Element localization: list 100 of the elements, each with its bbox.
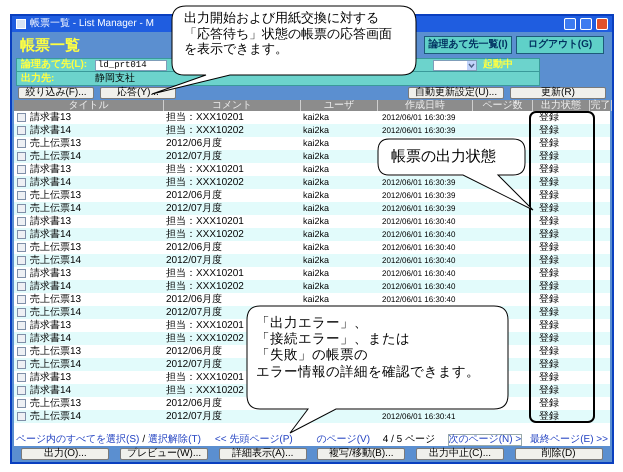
table-cell: kai2ka	[303, 256, 330, 265]
table-cell: 登録	[539, 360, 559, 370]
table-cell: kai2ka	[303, 230, 330, 239]
row-checkbox[interactable]	[17, 243, 26, 252]
last-page-link[interactable]: 最終ページ(E) >>	[530, 434, 608, 444]
table-cell: 2012/06/01 16:30:39	[382, 178, 456, 186]
row-checkbox[interactable]	[17, 373, 26, 382]
row-checkbox[interactable]	[17, 152, 26, 161]
button[interactable]: 自動更新設定(U)...	[408, 87, 504, 99]
deselect-link[interactable]: 選択解除(T)	[148, 434, 201, 444]
row-checkbox[interactable]	[17, 217, 26, 226]
callout-text: 帳票の出力状態	[391, 148, 496, 166]
button[interactable]: 更新(R)	[510, 87, 606, 99]
field-label: 出力先:	[21, 74, 56, 84]
first-page-link[interactable]: << 先頭ページ(P)	[214, 434, 293, 444]
row-checkbox[interactable]	[17, 204, 26, 213]
button[interactable]: プレビュー(W)...	[120, 448, 208, 460]
table-cell: kai2ka	[303, 113, 330, 122]
table-cell: 担当：XXX10201	[166, 164, 244, 174]
callout-text: を表示できます。	[184, 41, 288, 57]
row-checkbox[interactable]	[17, 230, 26, 239]
next-page-link[interactable]: 次のページ(N) >	[448, 434, 522, 446]
callout-text: 「接続エラー」、または	[256, 331, 410, 348]
table-cell: 2012/06/01 16:30:39	[382, 114, 456, 122]
button[interactable]: 絞り込み(F)...	[18, 87, 94, 99]
button[interactable]: 応答(Y)...	[100, 87, 176, 99]
table-cell: 2012/06/01 16:30:40	[382, 218, 456, 226]
table-cell: 売上伝票13	[30, 398, 82, 408]
header-button[interactable]: ログアウト(G)	[516, 36, 604, 54]
row-checkbox[interactable]	[17, 139, 26, 148]
table-cell: kai2ka	[303, 152, 330, 161]
table-cell: 担当：XXX10202	[166, 230, 244, 240]
table-cell: 請求書13	[30, 372, 72, 382]
table-cell: 担当：XXX10202	[166, 282, 244, 292]
table-cell: 担当：XXX10201	[166, 112, 244, 122]
table-cell: 売上伝票13	[30, 294, 82, 304]
maximize-button[interactable]	[580, 18, 592, 30]
callout-text: 「失敗」の帳票の	[256, 347, 368, 364]
table-cell: 請求書13	[30, 268, 72, 278]
table-cell: 2012/06/01 16:30:40	[382, 270, 456, 278]
row-checkbox[interactable]	[17, 360, 26, 369]
table-cell: 2012/06/01 16:30:40	[382, 230, 456, 238]
table-cell: 売上伝票13	[30, 242, 82, 252]
field-label: 論理あて先(L):	[21, 60, 88, 70]
table-cell: 登録	[539, 320, 559, 330]
table-cell: 2012/06月度	[166, 242, 222, 252]
button[interactable]: 出力中止(C)...	[416, 448, 504, 460]
row-checkbox[interactable]	[17, 165, 26, 174]
page-title: 帳票一覧	[20, 38, 80, 52]
table-cell: 担当：XXX10202	[166, 126, 244, 136]
table-cell: 登録	[539, 138, 559, 148]
row-checkbox[interactable]	[17, 178, 26, 187]
table-cell: 2012/06月度	[166, 294, 222, 304]
table-cell: 2012/06/01 16:30:40	[382, 256, 456, 264]
table-cell: 2012/07月度	[166, 256, 222, 266]
previous-page-link[interactable]: のページ(V)	[316, 434, 370, 444]
table-cell: 登録	[539, 178, 559, 188]
row-checkbox[interactable]	[17, 399, 26, 408]
table-cell: 担当：XXX10201	[166, 320, 244, 330]
table-cell: 登録	[539, 242, 559, 252]
button[interactable]: 詳細表示(A)...	[218, 448, 307, 460]
table-cell: 売上伝票13	[30, 138, 82, 148]
row-checkbox[interactable]	[17, 412, 26, 421]
table-cell: 売上伝票13	[30, 346, 82, 356]
table-cell: kai2ka	[303, 204, 330, 213]
button[interactable]: 削除(D)	[514, 448, 603, 460]
table-cell: 登録	[539, 164, 559, 174]
row-checkbox[interactable]	[17, 321, 26, 330]
row-checkbox[interactable]	[17, 113, 26, 122]
select-all-link[interactable]: ページ内のすべてを選択(S)	[16, 434, 140, 444]
table-cell: kai2ka	[303, 217, 330, 226]
table-cell: 請求書14	[30, 230, 72, 240]
table-cell: 担当：XXX10202	[166, 178, 244, 188]
window-title: 帳票一覧 - List Manager - M	[30, 19, 154, 29]
table-cell: 2012/06/01 16:30:40	[382, 296, 456, 304]
table-cell: 担当：XXX10202	[166, 334, 244, 344]
table-cell: 登録	[539, 230, 559, 240]
row-checkbox[interactable]	[17, 191, 26, 200]
row-checkbox[interactable]	[17, 334, 26, 343]
row-checkbox[interactable]	[17, 126, 26, 135]
button[interactable]: 出力(O)...	[21, 448, 110, 460]
row-checkbox[interactable]	[17, 282, 26, 291]
row-checkbox[interactable]	[17, 269, 26, 278]
table-cell: 2012/06/01 16:30:39	[382, 126, 456, 134]
destination-field[interactable]: ld_prt014	[95, 60, 167, 70]
row-checkbox[interactable]	[17, 295, 26, 304]
row-checkbox[interactable]	[17, 308, 26, 317]
table-cell: 登録	[539, 346, 559, 356]
row-checkbox[interactable]	[17, 347, 26, 356]
button[interactable]: 複写/移動(B)...	[317, 448, 406, 460]
table-cell: kai2ka	[303, 126, 330, 135]
row-checkbox[interactable]	[17, 256, 26, 265]
page-indicator: 4 / 5 ページ	[382, 434, 435, 444]
minimize-button[interactable]	[564, 18, 576, 30]
dropdown-field[interactable]	[433, 60, 477, 70]
row-checkbox[interactable]	[17, 386, 26, 395]
table-cell: 2012/06月度	[166, 138, 222, 148]
dropdown-arrow-icon	[467, 60, 476, 70]
close-button[interactable]	[596, 18, 608, 30]
header-button[interactable]: 論理あて先一覧(I)	[424, 36, 512, 54]
